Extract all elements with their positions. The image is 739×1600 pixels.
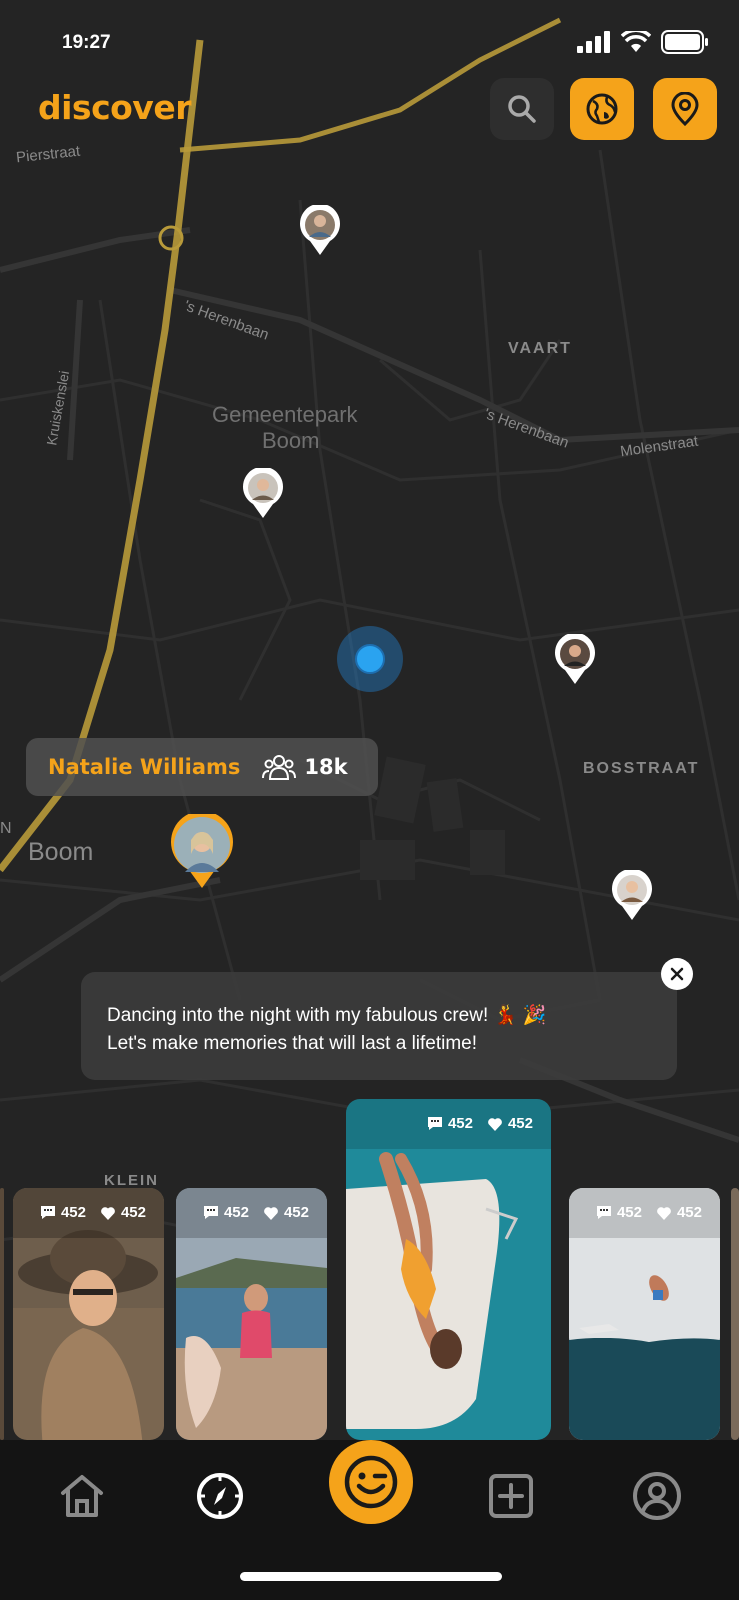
profile-name: Natalie Williams <box>48 755 241 779</box>
caption-line-1: Dancing into the night with my fabulous … <box>107 1005 547 1026</box>
page-title: discover <box>38 88 191 127</box>
cellular-signal-icon <box>577 31 610 53</box>
tab-home[interactable] <box>52 1466 112 1526</box>
post-image-3 <box>346 1099 551 1440</box>
current-location-marker <box>337 626 403 692</box>
like-count: 452 <box>656 1204 702 1221</box>
like-count: 452 <box>100 1204 146 1221</box>
close-icon <box>670 967 684 981</box>
map-pin-user-1[interactable] <box>298 205 342 257</box>
post-card-4[interactable]: 452 452 <box>569 1188 720 1440</box>
post-card-3-featured[interactable]: 452 452 <box>346 1099 551 1440</box>
map-pin-icon <box>671 92 699 126</box>
globe-icon <box>586 93 618 125</box>
map-pin-natalie-williams[interactable] <box>169 814 235 890</box>
profile-icon <box>633 1472 681 1520</box>
post-card-2[interactable]: 452 452 <box>176 1188 327 1440</box>
map-pin-user-4[interactable] <box>610 870 654 922</box>
selected-profile-card[interactable]: Natalie Williams 18k <box>26 738 378 796</box>
map-label-park-boom: Boom <box>262 428 320 453</box>
map-label-vaart: VAART <box>508 340 572 357</box>
map-label-n: N <box>0 820 12 837</box>
like-count: 452 <box>263 1204 309 1221</box>
map-pin-user-2[interactable] <box>241 468 285 520</box>
comment-count: 452 <box>596 1204 642 1221</box>
caption-line-2: Let's make memories that will last a lif… <box>107 1033 478 1054</box>
map-label-bosstraat: BOSSTRAAT <box>583 760 700 777</box>
search-icon <box>508 95 536 123</box>
current-location-dot <box>355 644 385 674</box>
comment-icon <box>203 1206 218 1219</box>
map-label-boom: Boom <box>28 838 94 866</box>
close-caption-button[interactable] <box>661 958 693 990</box>
comment-count: 452 <box>427 1115 473 1132</box>
post-stats: 452 452 <box>596 1204 702 1221</box>
comment-count: 452 <box>40 1204 86 1221</box>
compass-icon <box>197 1473 243 1519</box>
post-card-partial-right[interactable] <box>731 1188 739 1440</box>
tab-profile[interactable] <box>627 1466 687 1526</box>
post-card-1[interactable]: 452 452 <box>13 1188 164 1440</box>
wink-face-icon <box>344 1455 398 1509</box>
post-stats: 452 452 <box>203 1204 309 1221</box>
explore-globe-button[interactable] <box>570 78 634 140</box>
post-caption-bubble: Dancing into the night with my fabulous … <box>81 972 677 1080</box>
tab-create[interactable] <box>481 1466 541 1526</box>
comment-count: 452 <box>203 1204 249 1221</box>
tab-discover[interactable] <box>190 1466 250 1526</box>
heart-icon <box>264 1206 278 1220</box>
home-icon <box>61 1475 103 1517</box>
post-caption-text: Dancing into the night with my fabulous … <box>107 1002 667 1058</box>
post-card-partial-left[interactable] <box>0 1188 4 1440</box>
post-image-2 <box>176 1188 327 1440</box>
post-image-1 <box>13 1188 164 1440</box>
comment-icon <box>40 1206 55 1219</box>
heart-icon <box>101 1206 115 1220</box>
map-label-klein: KLEIN <box>104 1172 159 1189</box>
search-button[interactable] <box>490 78 554 140</box>
follower-count-value: 18k <box>304 755 348 779</box>
status-bar: 19:27 <box>0 0 739 70</box>
like-count: 452 <box>487 1115 533 1132</box>
discover-screen: Pierstraat 's Herenbaan VAART Kruiskensl… <box>0 0 739 1600</box>
comment-icon <box>596 1206 611 1219</box>
wifi-icon <box>621 31 651 52</box>
map-label-park: Gemeentepark <box>212 402 358 427</box>
plus-square-icon <box>489 1474 533 1518</box>
battery-icon <box>661 30 708 54</box>
status-time: 19:27 <box>62 32 111 53</box>
post-image-4 <box>569 1188 720 1440</box>
status-icons <box>577 30 709 54</box>
followers-icon <box>262 755 297 780</box>
post-stats: 452 452 <box>427 1115 533 1132</box>
heart-icon <box>488 1117 502 1131</box>
home-indicator[interactable] <box>240 1572 502 1581</box>
comment-icon <box>427 1117 442 1130</box>
tab-center-action[interactable] <box>329 1440 413 1524</box>
follower-count: 18k <box>262 753 348 781</box>
heart-icon <box>657 1206 671 1220</box>
location-button[interactable] <box>653 78 717 140</box>
map-pin-user-3[interactable] <box>553 634 597 686</box>
post-stats: 452 452 <box>40 1204 146 1221</box>
